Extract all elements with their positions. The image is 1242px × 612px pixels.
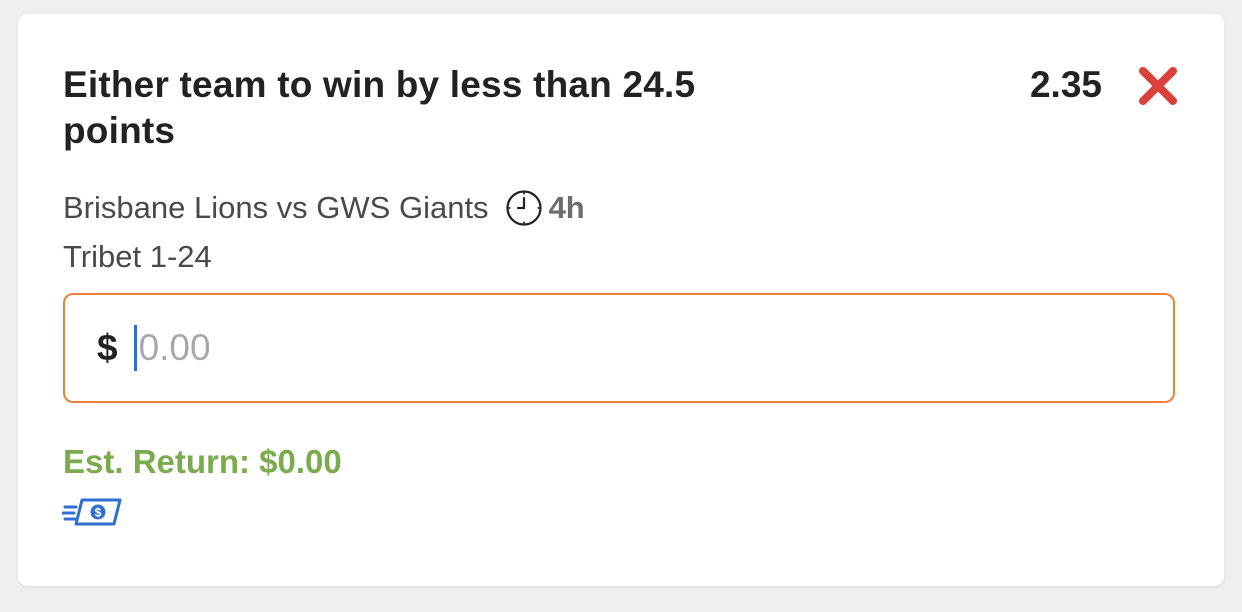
stake-input[interactable] xyxy=(138,327,1039,369)
market-name: Tribet 1-24 xyxy=(63,239,212,274)
bet-slip-card: Either team to win by less than 24.5 poi… xyxy=(18,14,1224,586)
currency-symbol: $ xyxy=(97,327,118,368)
match-info: Brisbane Lions vs GWS Giants 4h xyxy=(63,188,585,228)
close-x-icon xyxy=(1139,67,1177,105)
svg-text:$: $ xyxy=(95,506,102,520)
time-to-start: 4h xyxy=(548,190,585,225)
bet-title: Either team to win by less than 24.5 poi… xyxy=(63,64,696,151)
match-name: Brisbane Lions vs GWS Giants xyxy=(63,190,489,225)
clock-icon xyxy=(505,189,543,227)
estimated-return: Est. Return: $0.00 xyxy=(63,443,342,480)
cash-rewards-icon: $ xyxy=(61,496,122,528)
bet-odds: 2.35 xyxy=(1029,64,1102,105)
remove-bet-button[interactable] xyxy=(1136,64,1180,108)
text-caret xyxy=(133,325,137,371)
stake-field[interactable]: $ xyxy=(63,293,1175,403)
